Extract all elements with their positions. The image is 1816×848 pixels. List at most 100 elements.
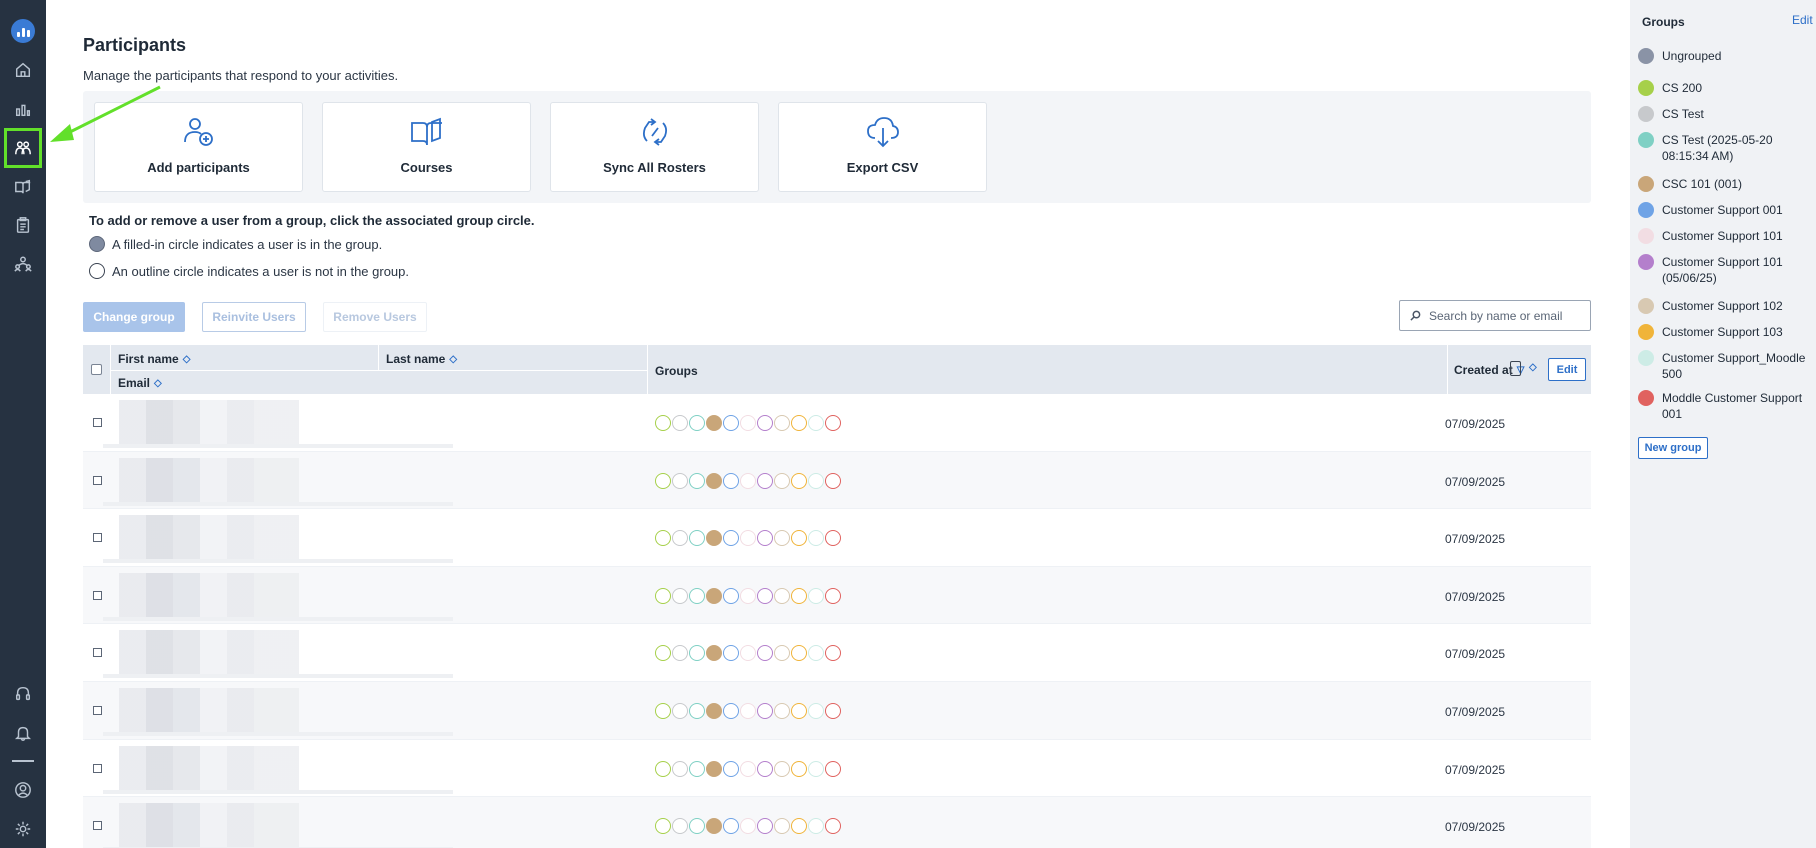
group-item[interactable]: CS Test [1638,106,1808,122]
group-item[interactable]: CS 200 [1638,80,1808,96]
group-toggle-circle[interactable] [791,415,807,431]
group-toggle-circle[interactable] [808,702,824,719]
group-toggle-circle[interactable] [757,645,773,662]
group-item[interactable]: Customer Support 102 [1638,298,1808,314]
group-toggle-circle[interactable] [672,530,688,547]
row-checkbox[interactable] [93,475,102,485]
row-checkbox[interactable] [93,648,102,658]
select-all-checkbox[interactable] [91,364,102,375]
edit-columns-button[interactable]: Edit [1548,358,1586,381]
group-toggle-circle[interactable] [808,472,824,489]
profile-icon[interactable] [10,777,36,803]
group-toggle-circle[interactable] [774,415,790,431]
group-toggle-circle[interactable] [689,472,705,489]
group-color-swatch[interactable] [1638,390,1654,406]
group-toggle-circle[interactable] [757,472,773,489]
group-item-ungrouped[interactable]: Ungrouped [1638,48,1808,64]
group-toggle-circle[interactable] [808,587,824,604]
group-toggle-circle[interactable] [825,530,841,547]
group-toggle-circle[interactable] [774,587,790,604]
group-color-swatch[interactable] [1638,350,1654,366]
group-toggle-circle[interactable] [791,645,807,662]
group-toggle-circle[interactable] [825,587,841,604]
group-toggle-circle[interactable] [774,472,790,489]
row-checkbox[interactable] [93,705,102,715]
courses-icon[interactable] [10,174,36,200]
group-toggle-circle[interactable] [655,760,671,777]
table-row[interactable]: 07/09/2025 [83,740,1591,798]
group-toggle-circle[interactable] [774,530,790,547]
group-item[interactable]: Customer Support 101 (05/06/25) [1638,254,1808,286]
group-toggle-circle[interactable] [723,645,739,662]
groups-edit-link[interactable]: Edit [1792,13,1813,27]
new-group-button[interactable]: New group [1638,437,1708,459]
group-toggle-circle[interactable] [757,530,773,547]
group-toggle-circle[interactable] [689,702,705,719]
group-toggle-circle[interactable] [791,530,807,547]
group-item[interactable]: Customer Support 101 [1638,228,1808,244]
group-toggle-circle[interactable] [689,415,705,431]
group-item[interactable]: CS Test (2025-05-20 08:15:34 AM) [1638,132,1808,164]
group-toggle-circle[interactable] [723,587,739,604]
change-group-button[interactable]: Change group [83,302,185,332]
group-toggle-circle[interactable] [723,472,739,489]
group-color-swatch[interactable] [1638,254,1654,270]
group-toggle-circle[interactable] [757,415,773,431]
participants-icon[interactable] [10,135,36,161]
group-toggle-circle[interactable] [791,760,807,777]
group-toggle-circle[interactable] [808,645,824,662]
group-toggle-circle[interactable] [689,587,705,604]
sort-icon[interactable]: ◇ [154,378,162,389]
group-toggle-circle[interactable] [740,702,756,719]
group-toggle-circle[interactable] [706,415,722,431]
results-chart-icon[interactable] [10,96,36,122]
group-toggle-circle[interactable] [774,760,790,777]
row-checkbox[interactable] [93,590,102,600]
group-toggle-circle[interactable] [774,645,790,662]
group-toggle-circle[interactable] [706,645,722,662]
group-color-swatch[interactable] [1638,228,1654,244]
group-toggle-circle[interactable] [723,818,739,835]
group-toggle-circle[interactable] [808,530,824,547]
group-toggle-circle[interactable] [825,645,841,662]
group-toggle-circle[interactable] [672,760,688,777]
group-toggle-circle[interactable] [808,818,824,835]
table-row[interactable]: 07/09/2025 [83,797,1591,848]
group-toggle-circle[interactable] [774,818,790,835]
group-item[interactable]: Customer Support 001 [1638,202,1808,218]
group-toggle-circle[interactable] [689,645,705,662]
team-icon[interactable] [10,251,36,277]
group-toggle-circle[interactable] [672,645,688,662]
group-toggle-circle[interactable] [655,818,671,835]
headset-support-icon[interactable] [10,681,36,707]
sort-icon[interactable]: ◇ [183,354,191,365]
group-toggle-circle[interactable] [689,760,705,777]
courses-card[interactable]: Courses [322,102,531,192]
search-box[interactable] [1399,300,1591,331]
group-color-swatch[interactable] [1638,106,1654,122]
calculator-icon[interactable] [1510,361,1521,376]
group-color-swatch[interactable] [1638,132,1654,148]
group-toggle-circle[interactable] [655,472,671,489]
group-toggle-circle[interactable] [706,702,722,719]
group-toggle-circle[interactable] [774,702,790,719]
group-color-swatch[interactable] [1638,80,1654,96]
group-toggle-circle[interactable] [723,702,739,719]
group-toggle-circle[interactable] [757,702,773,719]
group-toggle-circle[interactable] [689,530,705,547]
table-row[interactable]: 07/09/2025 [83,394,1591,452]
group-toggle-circle[interactable] [808,760,824,777]
table-row[interactable]: 07/09/2025 [83,624,1591,682]
group-toggle-circle[interactable] [706,818,722,835]
group-toggle-circle[interactable] [655,645,671,662]
group-toggle-circle[interactable] [740,472,756,489]
group-toggle-circle[interactable] [655,702,671,719]
group-color-swatch[interactable] [1638,298,1654,314]
group-toggle-circle[interactable] [672,472,688,489]
group-toggle-circle[interactable] [706,472,722,489]
reinvite-users-button[interactable]: Reinvite Users [202,302,306,332]
group-toggle-circle[interactable] [740,818,756,835]
group-item[interactable]: CSC 101 (001) [1638,176,1808,192]
row-checkbox[interactable] [93,533,102,543]
group-toggle-circle[interactable] [825,415,841,431]
